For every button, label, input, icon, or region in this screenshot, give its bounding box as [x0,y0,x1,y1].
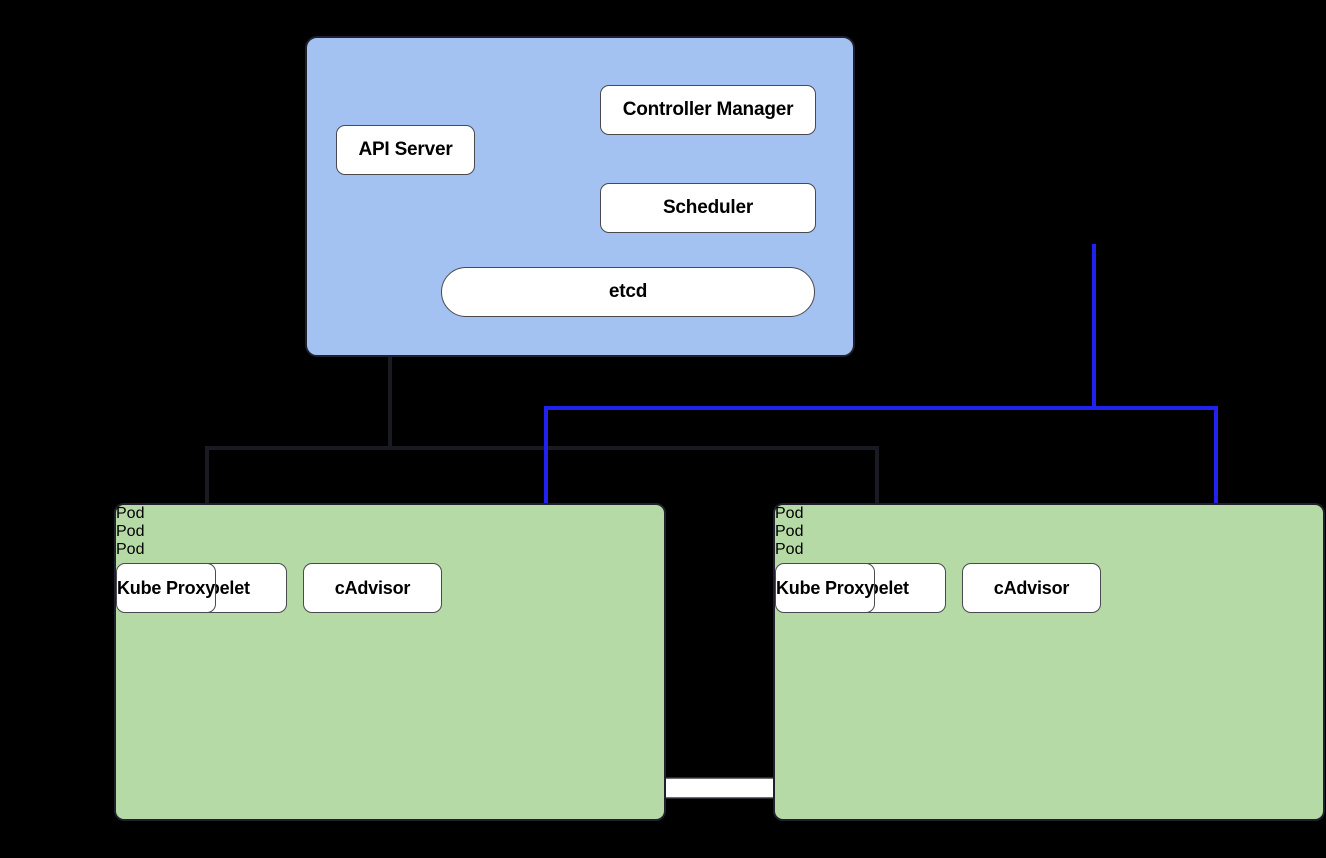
api-server-label: API Server [358,139,453,160]
kube-proxy-box-right[interactable]: Kube Proxy [775,563,876,613]
kube-proxy-box-left[interactable]: Kube Proxy [116,563,217,613]
plugin-network-band: Plugin Network [0,0,1326,18]
pod-box[interactable]: Pod [775,523,1323,541]
controller-manager-label: Controller Manager [622,99,794,120]
plugin-network-label: Plugin Network [0,0,108,17]
pod-label: Pod [116,523,145,540]
cadvisor-box-right[interactable]: cAdvisor [962,563,1101,613]
api-server-box[interactable]: API Server [336,125,475,175]
controller-manager-box[interactable]: Controller Manager [600,85,816,135]
worker-node-left: Kubelet cAdvisor Kube Proxy Pod Pod Pod [114,503,666,821]
pod-label: Pod [775,505,804,522]
pod-label: Pod [775,523,804,540]
worker-node-right: Kubelet cAdvisor Kube Proxy Pod Pod Pod [773,503,1325,821]
pod-label: Pod [116,541,145,558]
scheduler-box[interactable]: Scheduler [600,183,816,233]
kube-proxy-label: Kube Proxy [117,577,216,598]
pod-label: Pod [775,541,804,558]
kube-proxy-label: Kube Proxy [776,577,875,598]
pod-label: Pod [116,505,145,522]
pod-box[interactable]: Pod [116,505,664,523]
cadvisor-box-left[interactable]: cAdvisor [303,563,442,613]
etcd-label: etcd [608,281,648,302]
pod-box[interactable]: Pod [775,541,1323,559]
scheduler-label: Scheduler [662,197,754,218]
cadvisor-label: cAdvisor [993,577,1070,598]
etcd-box[interactable]: etcd [441,267,815,317]
cadvisor-label: cAdvisor [334,577,411,598]
diagram-canvas: API Server Controller Manager Scheduler … [0,0,1326,858]
pod-box[interactable]: Pod [116,523,664,541]
pod-box[interactable]: Pod [775,505,1323,523]
pod-box[interactable]: Pod [116,541,664,559]
